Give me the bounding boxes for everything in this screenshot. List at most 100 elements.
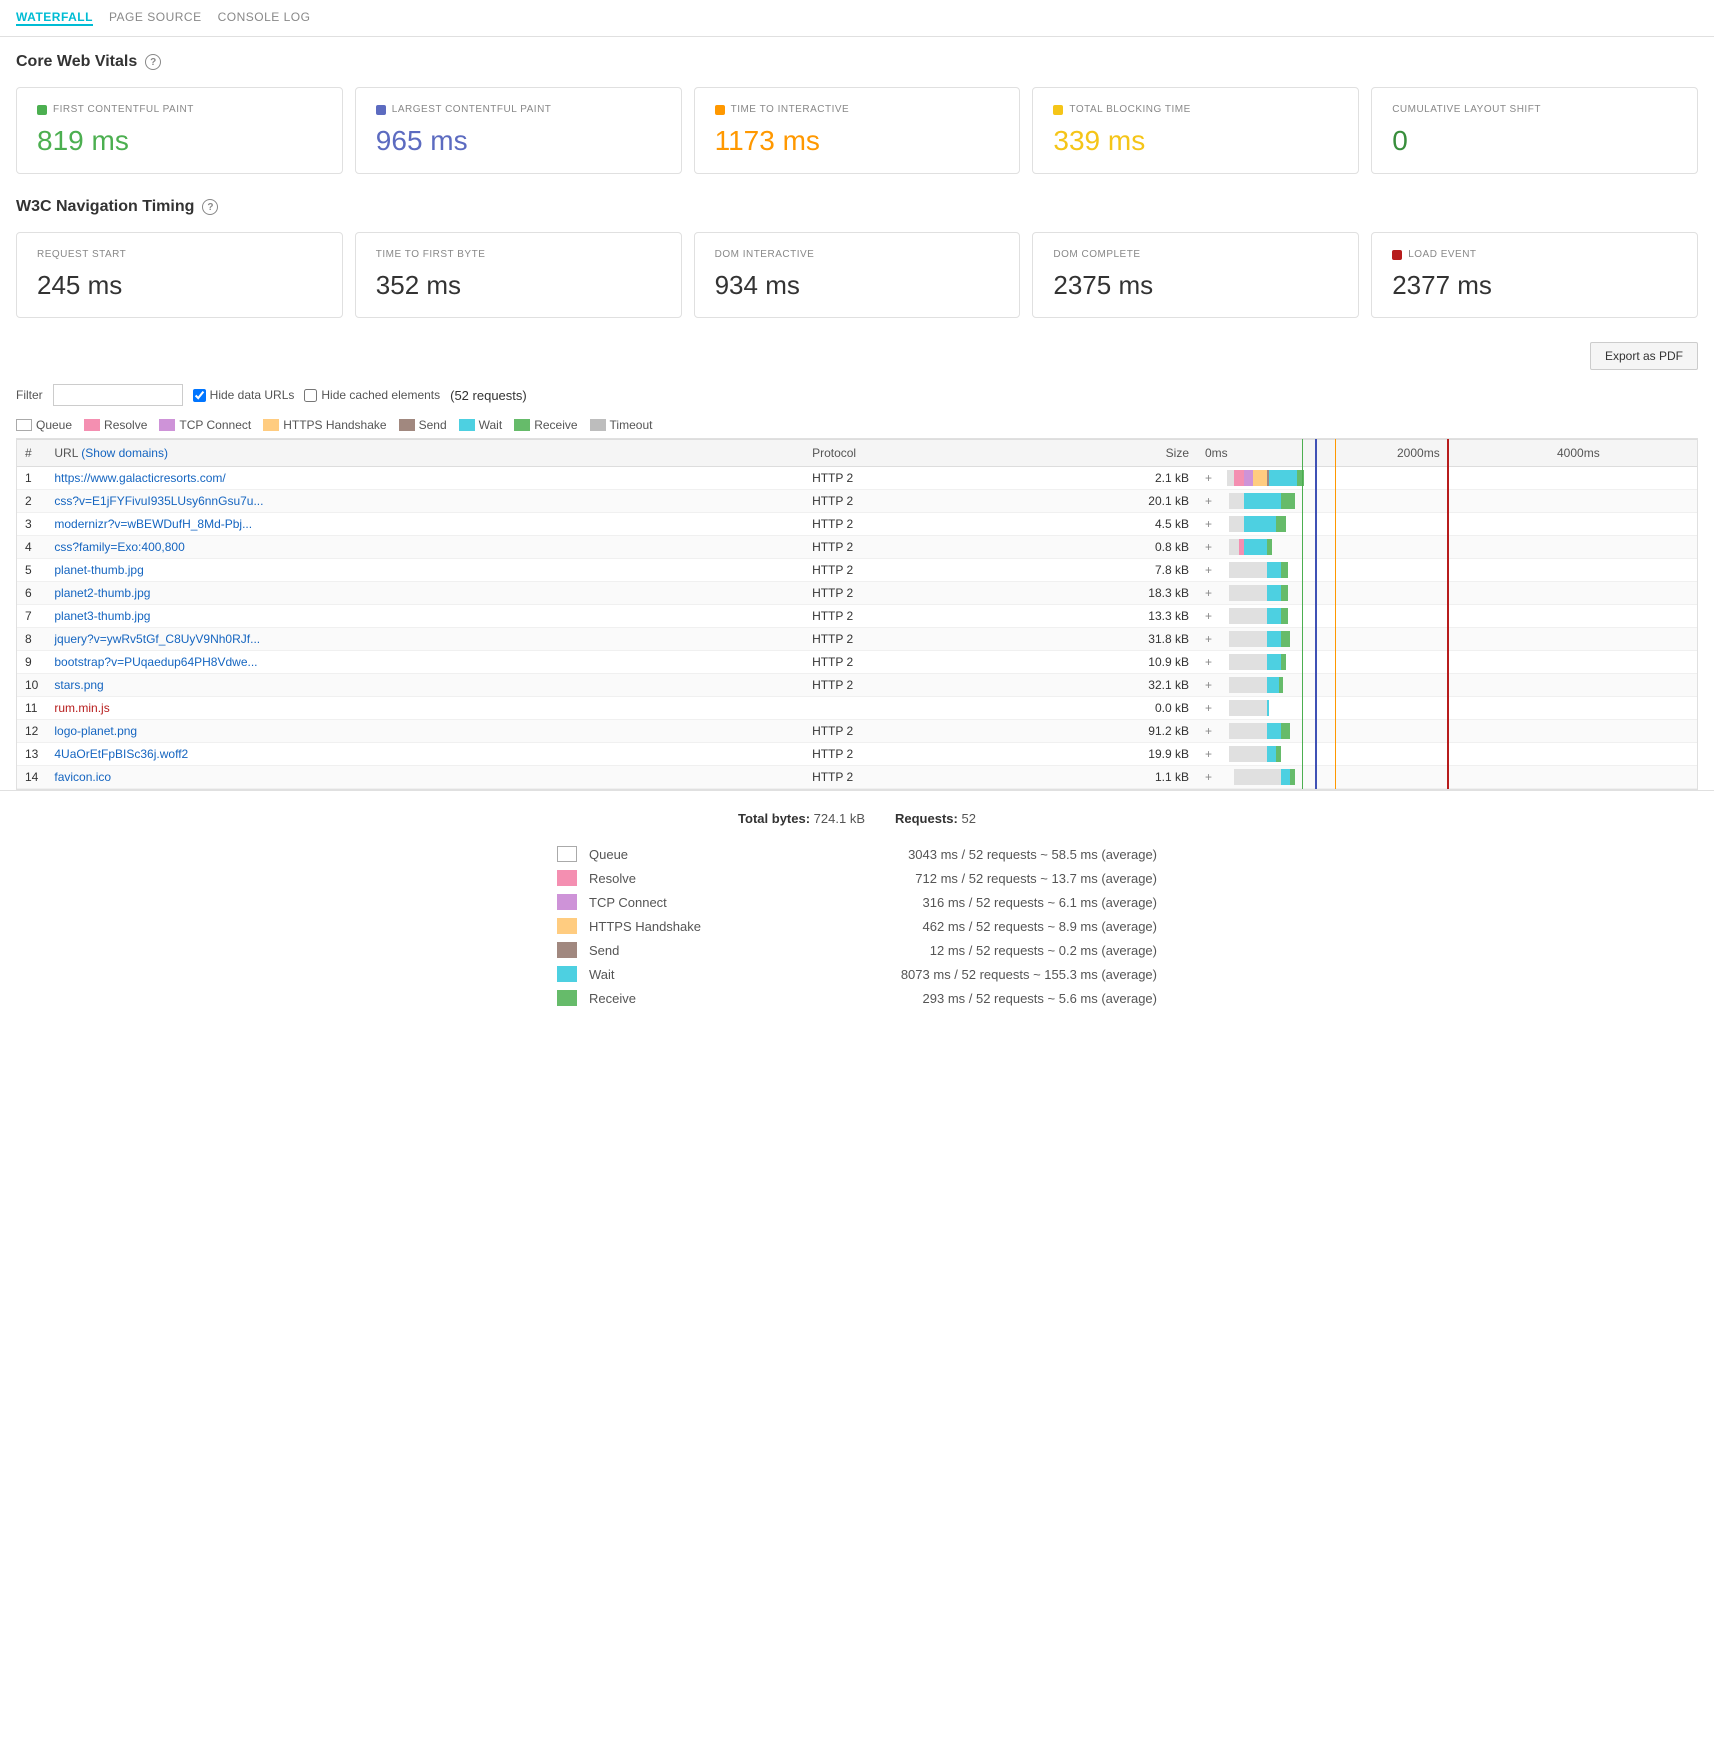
row-num: 2	[17, 490, 46, 513]
bar-segment-receive	[1281, 493, 1295, 509]
vertical-timing-line	[1302, 669, 1304, 790]
bar-segment-receive	[1281, 723, 1290, 739]
legend-timeout-swatch	[590, 419, 606, 431]
bar-segment-receive	[1267, 539, 1272, 555]
table-row: 5planet-thumb.jpgHTTP 27.8 kB+	[17, 559, 1697, 582]
timing-label-load-event: LOAD EVENT	[1392, 249, 1677, 260]
row-bar	[1221, 490, 1697, 513]
table-row: 4css?family=Exo:400,800HTTP 20.8 kB+	[17, 536, 1697, 559]
hide-cached-checkbox[interactable]	[304, 389, 317, 402]
row-protocol: HTTP 2	[804, 651, 1006, 674]
col-url[interactable]: URL (Show domains)	[46, 440, 804, 467]
bar-segment-receive	[1281, 608, 1288, 624]
row-num: 9	[17, 651, 46, 674]
timing-label-ttfb: TIME TO FIRST BYTE	[376, 249, 661, 260]
table-row: 6planet2-thumb.jpgHTTP 218.3 kB+	[17, 582, 1697, 605]
filter-input[interactable]	[53, 384, 183, 406]
nav-waterfall[interactable]: WATERFALL	[16, 10, 93, 26]
row-bar	[1221, 720, 1697, 743]
vertical-timing-line	[1315, 669, 1317, 790]
row-url[interactable]: 4UaOrEtFpBISc36j.woff2	[46, 743, 804, 766]
w3c-timing-help-icon[interactable]: ?	[202, 199, 218, 215]
waterfall-table: # URL (Show domains) Protocol Size 0ms 2…	[17, 439, 1697, 789]
summary-legend-swatch	[557, 894, 577, 910]
bar-segment-queue	[1229, 723, 1266, 739]
row-expand[interactable]: +	[1197, 605, 1221, 628]
row-expand[interactable]: +	[1197, 582, 1221, 605]
row-protocol: HTTP 2	[804, 628, 1006, 651]
row-expand[interactable]: +	[1197, 559, 1221, 582]
row-url[interactable]: css?v=E1jFYFivuI935LUsy6nnGsu7u...	[46, 490, 804, 513]
row-bar	[1221, 582, 1697, 605]
bar-segment-receive	[1276, 516, 1285, 532]
timing-value-dom-complete: 2375 ms	[1053, 270, 1338, 301]
summary-legend-item: Receive293 ms / 52 requests ~ 5.6 ms (av…	[557, 990, 1157, 1006]
bar-segment-receive	[1281, 562, 1288, 578]
summary-legend-item: Wait8073 ms / 52 requests ~ 155.3 ms (av…	[557, 966, 1157, 982]
tbt-dot	[1053, 105, 1063, 115]
nav-console-log[interactable]: CONSOLE LOG	[218, 10, 311, 26]
export-pdf-button[interactable]: Export as PDF	[1590, 342, 1698, 370]
row-bar	[1221, 743, 1697, 766]
summary-legend-swatch	[557, 942, 577, 958]
timing-card-request-start: REQUEST START 245 ms	[16, 232, 343, 318]
summary-legend: Queue3043 ms / 52 requests ~ 58.5 ms (av…	[557, 846, 1157, 1006]
row-bar	[1221, 697, 1697, 720]
row-url[interactable]: planet2-thumb.jpg	[46, 582, 804, 605]
hide-data-urls-label[interactable]: Hide data URLs	[193, 388, 295, 402]
filter-label: Filter	[16, 388, 43, 402]
hide-data-urls-checkbox[interactable]	[193, 389, 206, 402]
row-expand[interactable]: +	[1197, 697, 1221, 720]
summary-legend-swatch	[557, 846, 577, 862]
summary-legend-label: Queue	[589, 847, 908, 862]
row-expand[interactable]: +	[1197, 467, 1221, 490]
row-protocol: HTTP 2	[804, 559, 1006, 582]
bar-segment-queue	[1229, 562, 1266, 578]
row-url[interactable]: css?family=Exo:400,800	[46, 536, 804, 559]
row-bar	[1221, 536, 1697, 559]
w3c-timing-section: W3C Navigation Timing ? REQUEST START 24…	[0, 190, 1714, 334]
row-url[interactable]: logo-planet.png	[46, 720, 804, 743]
row-expand[interactable]: +	[1197, 628, 1221, 651]
row-expand[interactable]: +	[1197, 766, 1221, 789]
summary-legend-value: 462 ms / 52 requests ~ 8.9 ms (average)	[923, 919, 1157, 934]
row-size: 0.8 kB	[1006, 536, 1197, 559]
summary-legend-value: 3043 ms / 52 requests ~ 58.5 ms (average…	[908, 847, 1157, 862]
row-url[interactable]: https://www.galacticresorts.com/	[46, 467, 804, 490]
row-bar	[1221, 651, 1697, 674]
col-size: Size	[1006, 440, 1197, 467]
row-size: 31.8 kB	[1006, 628, 1197, 651]
nav-page-source[interactable]: PAGE SOURCE	[109, 10, 202, 26]
row-url[interactable]: modernizr?v=wBEWDufH_8Md-Pbj...	[46, 513, 804, 536]
row-url[interactable]: favicon.ico	[46, 766, 804, 789]
row-expand[interactable]: +	[1197, 743, 1221, 766]
timing-value-load-event: 2377 ms	[1392, 270, 1677, 301]
summary-legend-item: Queue3043 ms / 52 requests ~ 58.5 ms (av…	[557, 846, 1157, 862]
row-expand[interactable]: +	[1197, 720, 1221, 743]
row-url[interactable]: planet-thumb.jpg	[46, 559, 804, 582]
row-protocol: HTTP 2	[804, 720, 1006, 743]
summary-legend-label: HTTPS Handshake	[589, 919, 923, 934]
bar-segment-wait	[1267, 585, 1281, 601]
vital-card-lcp: LARGEST CONTENTFUL PAINT 965 ms	[355, 87, 682, 174]
row-expand[interactable]: +	[1197, 513, 1221, 536]
row-url[interactable]: jquery?v=ywRv5tGf_C8UyV9Nh0RJf...	[46, 628, 804, 651]
row-bar	[1221, 628, 1697, 651]
hide-cached-label[interactable]: Hide cached elements	[304, 388, 440, 402]
bar-segment-queue	[1229, 677, 1266, 693]
row-expand[interactable]: +	[1197, 536, 1221, 559]
bar-segment-queue	[1229, 700, 1266, 716]
row-url[interactable]: rum.min.js	[46, 697, 804, 720]
table-header-row: # URL (Show domains) Protocol Size 0ms 2…	[17, 440, 1697, 467]
w3c-timing-title: W3C Navigation Timing ?	[16, 198, 1698, 216]
vital-label-lcp: LARGEST CONTENTFUL PAINT	[376, 104, 661, 115]
row-size: 18.3 kB	[1006, 582, 1197, 605]
bar-segment-queue	[1229, 516, 1243, 532]
row-expand[interactable]: +	[1197, 674, 1221, 697]
row-url[interactable]: planet3-thumb.jpg	[46, 605, 804, 628]
row-url[interactable]: bootstrap?v=PUqaedup64PH8Vdwe...	[46, 651, 804, 674]
row-expand[interactable]: +	[1197, 490, 1221, 513]
core-web-vitals-help-icon[interactable]: ?	[145, 54, 161, 70]
row-url[interactable]: stars.png	[46, 674, 804, 697]
row-expand[interactable]: +	[1197, 651, 1221, 674]
